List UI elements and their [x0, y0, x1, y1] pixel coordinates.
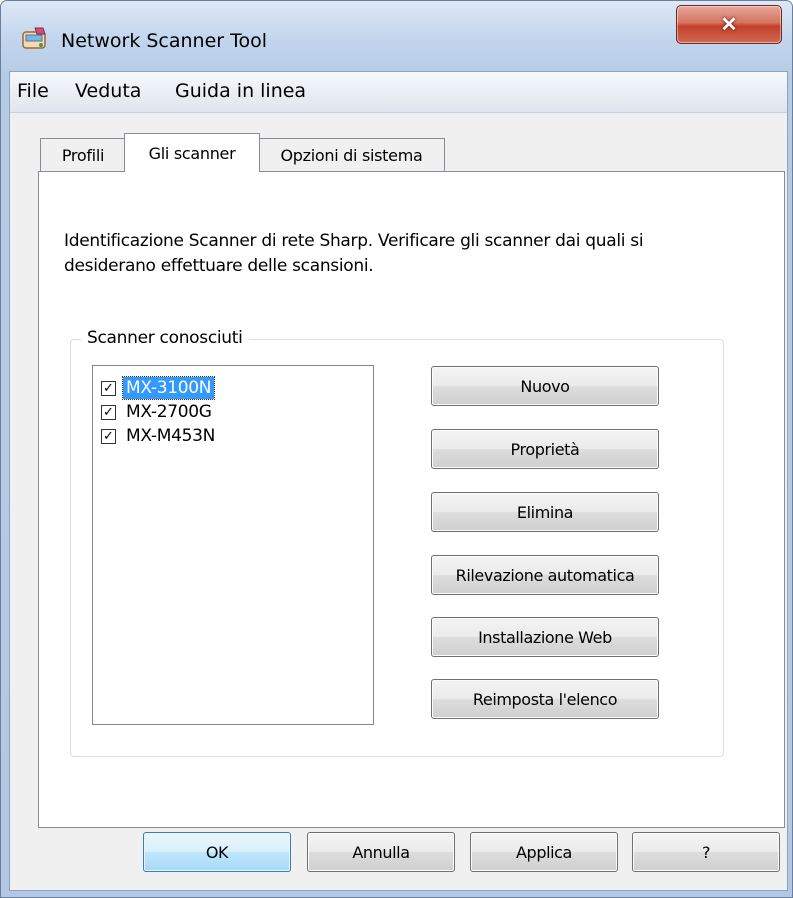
delete-button[interactable]: Elimina: [431, 492, 659, 532]
tab-profili[interactable]: Profili: [40, 138, 126, 172]
tab-opzioni-di-sistema[interactable]: Opzioni di sistema: [258, 138, 445, 172]
group-legend: Scanner conosciuti: [81, 328, 249, 348]
auto-detect-button[interactable]: Rilevazione automatica: [431, 555, 659, 595]
scanner-list[interactable]: ✓ MX-3100N ✓ MX-2700G ✓ MX-M453N: [92, 365, 374, 725]
check-icon: ✓: [103, 428, 114, 444]
close-icon: ✕: [720, 14, 738, 36]
menu-file[interactable]: File: [17, 80, 49, 102]
help-button[interactable]: ?: [632, 832, 780, 872]
check-icon: ✓: [103, 380, 114, 396]
scanner-name: MX-M453N: [126, 426, 216, 446]
tab-gli-scanner[interactable]: Gli scanner: [124, 133, 260, 172]
reset-list-button[interactable]: Reimposta l'elenco: [431, 679, 659, 719]
title-bar[interactable]: Network Scanner Tool ✕: [1, 1, 792, 71]
scanner-name: MX-2700G: [126, 402, 212, 422]
properties-button[interactable]: Proprietà: [431, 429, 659, 469]
ok-button[interactable]: OK: [143, 832, 291, 872]
check-icon: ✓: [103, 404, 114, 420]
list-item[interactable]: ✓ MX-3100N: [101, 376, 216, 400]
apply-button[interactable]: Applica: [470, 832, 618, 872]
dialog-window: Network Scanner Tool ✕ File Veduta Guida…: [0, 0, 793, 898]
checkbox[interactable]: ✓: [101, 380, 116, 396]
tab-panel-gli-scanner: Identificazione Scanner di rete Sharp. V…: [38, 171, 785, 828]
menu-guida[interactable]: Guida in linea: [175, 80, 306, 102]
scanner-name: MX-3100N: [121, 376, 216, 400]
window-title: Network Scanner Tool: [61, 30, 268, 52]
list-item[interactable]: ✓ MX-M453N: [101, 424, 218, 448]
description-text: Identificazione Scanner di rete Sharp. V…: [64, 231, 644, 276]
list-item[interactable]: ✓ MX-2700G: [101, 400, 215, 424]
checkbox[interactable]: ✓: [101, 428, 116, 444]
web-install-button[interactable]: Installazione Web: [431, 617, 659, 657]
scanner-app-icon: [22, 27, 46, 49]
new-scanner-button[interactable]: Nuovo: [431, 366, 659, 406]
dialog-client-area: File Veduta Guida in linea Profili Gli s…: [9, 71, 788, 891]
cancel-button[interactable]: Annulla: [307, 832, 455, 872]
menu-bar: File Veduta Guida in linea: [10, 72, 787, 113]
menu-veduta[interactable]: Veduta: [75, 80, 141, 102]
close-button[interactable]: ✕: [676, 5, 782, 44]
checkbox[interactable]: ✓: [101, 404, 116, 420]
